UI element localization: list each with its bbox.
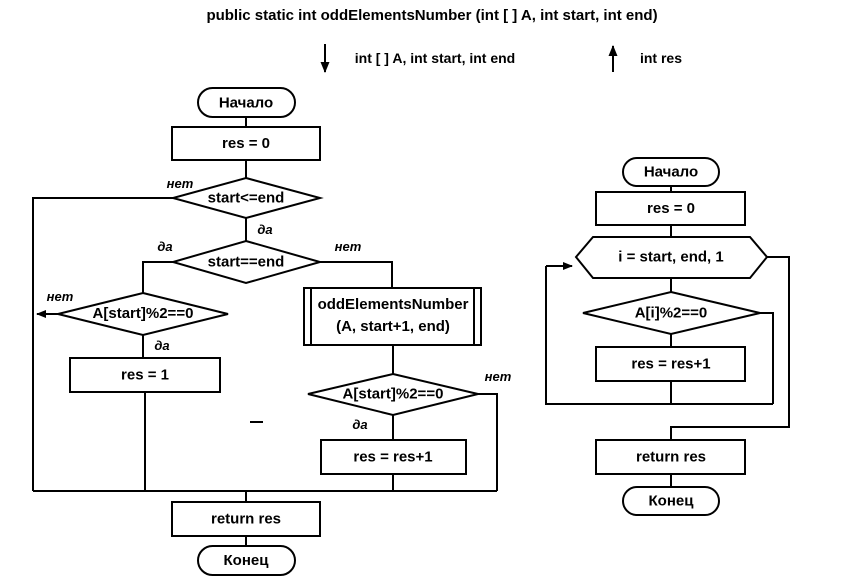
right-loop-label: i = start, end, 1 bbox=[618, 248, 723, 265]
signature-title: public static int oddElementsNumber (int… bbox=[206, 7, 657, 24]
input-params-label: int [ ] A, int start, int end bbox=[355, 50, 515, 66]
right-init-res-label: res = 0 bbox=[647, 200, 695, 217]
left-return-label: return res bbox=[211, 510, 281, 527]
left-cond-range-label: start<=end bbox=[208, 189, 285, 206]
left-start-label: Начало bbox=[219, 94, 273, 111]
right-end-label: Конец bbox=[649, 492, 695, 509]
left-init-res-label: res = 0 bbox=[222, 135, 270, 152]
left-even-yes-label: да bbox=[154, 338, 169, 353]
right-cond-even-label: A[i]%2==0 bbox=[635, 304, 708, 321]
left-cond-equal-label: start==end bbox=[208, 253, 285, 270]
right-start-label: Начало bbox=[644, 163, 698, 180]
left-range-no-label: нет bbox=[167, 176, 194, 191]
left-call-line2-label: (A, start+1, end) bbox=[336, 318, 450, 335]
left-assign-res1-label: res = 1 bbox=[121, 366, 169, 383]
left-edge-equal-no bbox=[320, 261, 393, 288]
right-loopback-path bbox=[545, 266, 773, 405]
left-edge-equal-yes bbox=[142, 261, 173, 293]
left-cond-even2-label: A[start]%2==0 bbox=[343, 385, 444, 402]
left-even2-yes-label: да bbox=[352, 417, 367, 432]
left-even-no-label: нет bbox=[47, 289, 74, 304]
left-edge-range-no bbox=[32, 197, 173, 491]
right-incr-res-label: res = res+1 bbox=[631, 355, 710, 372]
left-edge-even2-no bbox=[478, 393, 498, 491]
flowchart-canvas: public static int oddElementsNumber (int… bbox=[32, 7, 790, 576]
left-cond-even-label: A[start]%2==0 bbox=[93, 305, 194, 322]
left-call-line1-label: oddElementsNumber bbox=[318, 296, 469, 313]
flowchart-page: public static int oddElementsNumber (int… bbox=[0, 0, 851, 585]
left-range-yes-label: да bbox=[257, 222, 272, 237]
left-equal-yes-label: да bbox=[157, 239, 172, 254]
left-even2-no-label: нет bbox=[485, 369, 512, 384]
left-incr-res-label: res = res+1 bbox=[353, 448, 432, 465]
right-edge-even-false bbox=[760, 312, 774, 404]
right-return-label: return res bbox=[636, 448, 706, 465]
left-end-label: Конец bbox=[224, 552, 270, 569]
output-return-label: int res bbox=[640, 50, 682, 66]
left-equal-no-label: нет bbox=[335, 239, 362, 254]
